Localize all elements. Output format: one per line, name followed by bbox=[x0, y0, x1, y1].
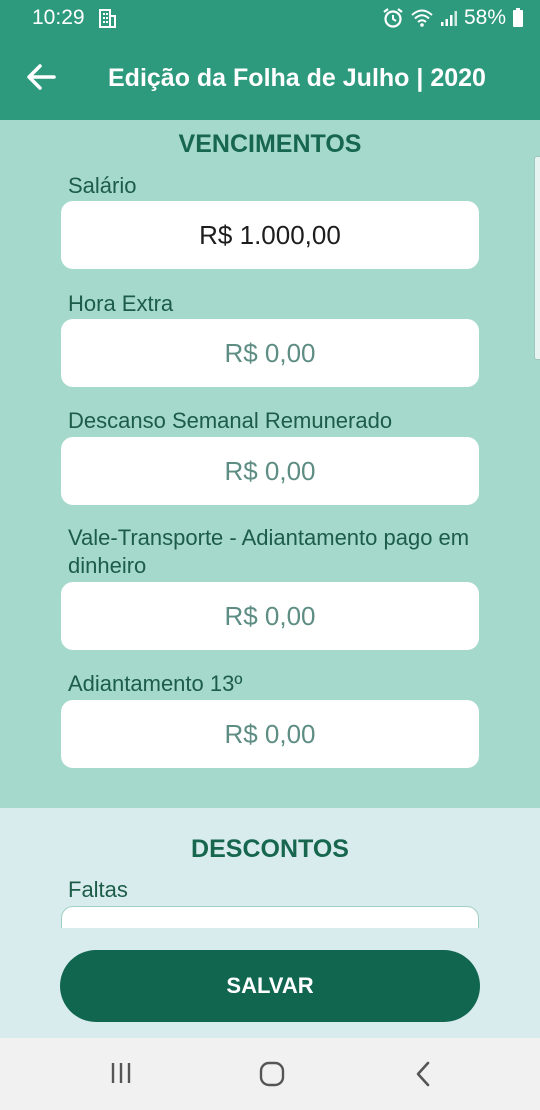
faltas-input[interactable] bbox=[61, 906, 479, 928]
battery-icon bbox=[513, 8, 523, 27]
building-icon bbox=[99, 9, 116, 28]
dsr-input[interactable]: R$ 0,00 bbox=[61, 437, 479, 505]
vencimentos-section: VENCIMENTOS Salário R$ 1.000,00 Hora Ext… bbox=[0, 120, 540, 808]
bottom-action-area: SALVAR bbox=[0, 928, 540, 1038]
back-nav-icon[interactable] bbox=[412, 1060, 434, 1088]
faltas-label: Faltas bbox=[68, 877, 128, 902]
scrollbar-thumb[interactable] bbox=[534, 156, 540, 360]
battery-percent: 58% bbox=[463, 6, 506, 29]
salario-label: Salário bbox=[68, 173, 137, 198]
adiantamento-13-input[interactable]: R$ 0,00 bbox=[61, 700, 479, 768]
hora-extra-label: Hora Extra bbox=[68, 291, 174, 316]
status-time: 10:29 bbox=[32, 6, 85, 29]
descontos-title: DESCONTOS bbox=[191, 835, 349, 863]
hora-extra-input[interactable]: R$ 0,00 bbox=[61, 319, 479, 387]
alarm-icon bbox=[383, 8, 403, 28]
salario-input[interactable]: R$ 1.000,00 bbox=[61, 201, 479, 269]
dsr-label: Descanso Semanal Remunerado bbox=[68, 408, 393, 433]
home-icon[interactable] bbox=[258, 1060, 286, 1088]
vale-transporte-input[interactable]: R$ 0,00 bbox=[61, 582, 479, 650]
form-content[interactable]: VENCIMENTOS Salário R$ 1.000,00 Hora Ext… bbox=[0, 120, 540, 928]
arrow-left-icon[interactable] bbox=[24, 60, 58, 94]
wifi-icon bbox=[411, 9, 433, 27]
vale-transporte-label: Vale-Transporte - Adiantamento pago em d… bbox=[68, 525, 470, 578]
system-nav-bar bbox=[0, 1038, 540, 1110]
app-bar: Edição da Folha de Julho | 2020 bbox=[0, 36, 540, 120]
adiantamento-13-label: Adiantamento 13º bbox=[68, 671, 243, 696]
page-title: Edição da Folha de Julho | 2020 bbox=[108, 64, 486, 92]
status-bar: 10:29 58% bbox=[0, 0, 540, 36]
descontos-section: DESCONTOS Faltas bbox=[0, 808, 540, 928]
recent-apps-icon[interactable] bbox=[108, 1060, 134, 1086]
vencimentos-title: VENCIMENTOS bbox=[178, 130, 362, 158]
signal-icon bbox=[440, 11, 457, 26]
save-button[interactable]: SALVAR bbox=[60, 950, 480, 1022]
